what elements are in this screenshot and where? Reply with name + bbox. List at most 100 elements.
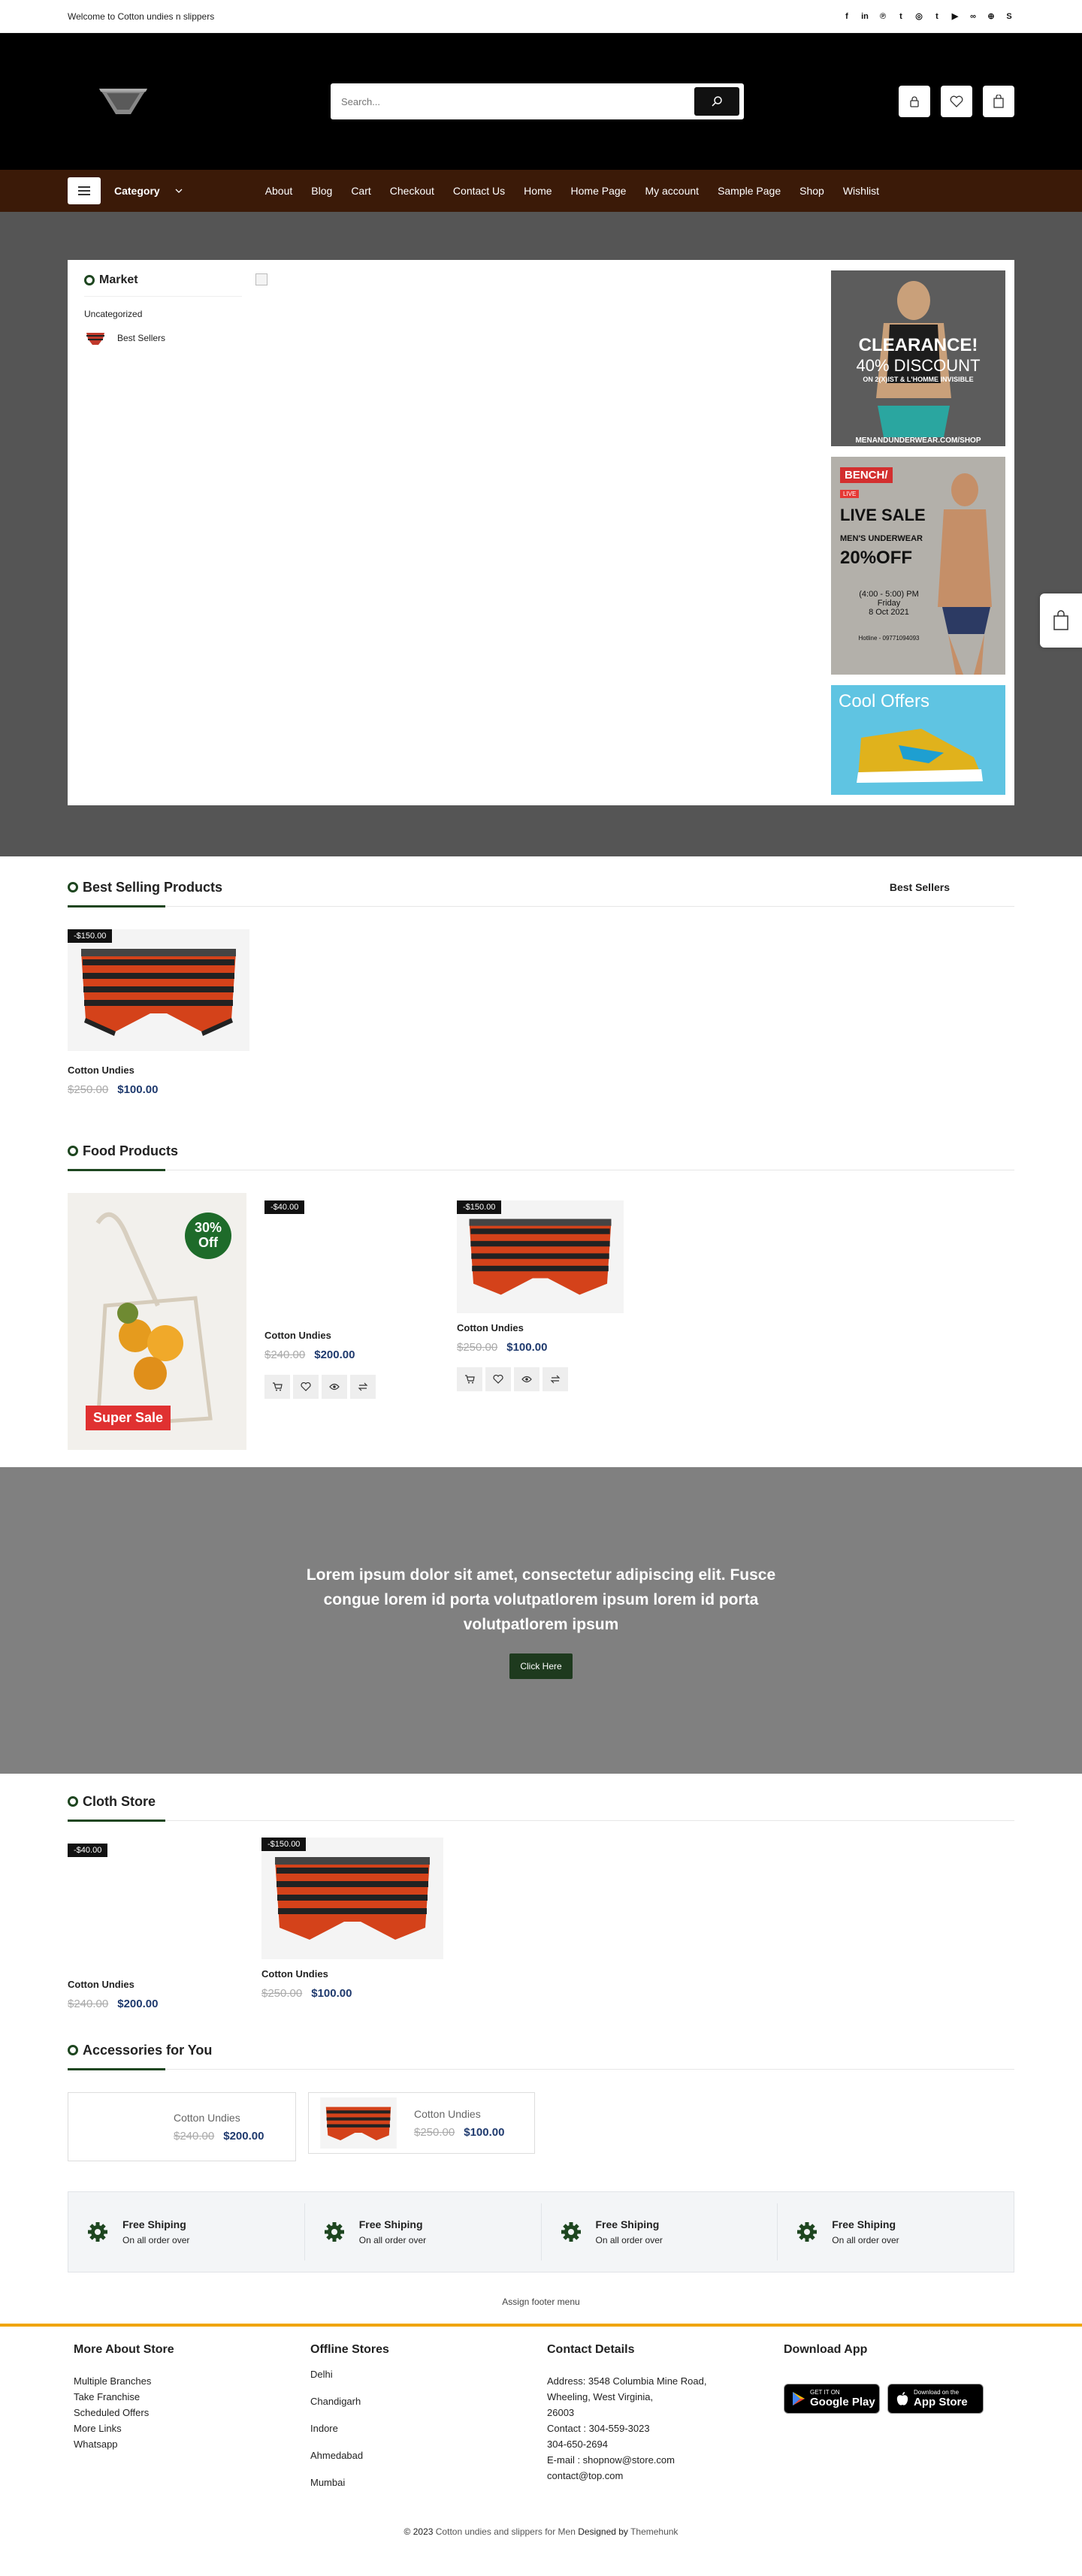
product-name[interactable]: Cotton Undies [174,2112,264,2124]
accessory-card[interactable]: Cotton Undies $240.00 $200.00 [68,2092,296,2161]
product-thumb[interactable] [74,2099,162,2155]
old-price: $240.00 [174,2129,215,2143]
promo-card[interactable]: 30% Off Super Sale [68,1193,246,1450]
tab-best-sellers[interactable]: Best Sellers [890,881,950,893]
nav-link-about[interactable]: About [265,185,293,197]
ad-live-badge: LIVE [840,490,860,498]
contact-line: Address: 3548 Columbia Mine Road, [547,2375,707,2387]
click-here-button[interactable]: Click Here [509,1653,573,1679]
footer-menu-placeholder[interactable]: Assign footer menu [0,2272,1082,2324]
nav-link-home[interactable]: Home [524,185,552,197]
nav-link-home-page[interactable]: Home Page [571,185,627,197]
nav-link-my-account[interactable]: My account [645,185,699,197]
nav-link-checkout[interactable]: Checkout [390,185,434,197]
product-image[interactable]: -$150.00 [68,929,249,1051]
flickr-icon[interactable]: ∞ [968,11,978,22]
product-name[interactable]: Cotton Undies [68,1065,249,1076]
product-image[interactable]: -$150.00 [261,1838,443,1959]
compare-button[interactable] [350,1375,376,1399]
youtube-icon[interactable]: ▶ [950,11,960,22]
product-name[interactable]: Cotton Undies [261,1968,443,1980]
product-card[interactable]: -$150.00 Cotton Undies $250.00 $100.00 [457,1200,631,1391]
product-card[interactable]: -$150.00 Cotton Undies $250.00 $100.00 [261,1838,443,2000]
product-card[interactable]: -$40.00 Cotton Undies $240.00 $200.00 [264,1200,439,1399]
search-input[interactable] [341,95,694,107]
google-play-button[interactable]: GET IT ON Google Play [784,2384,880,2414]
wishlist-button[interactable] [485,1367,511,1391]
instagram-icon[interactable]: ◎ [914,11,924,22]
ad-live-sale-sub: MEN'S UNDERWEAR [840,534,923,543]
cart-button[interactable] [983,86,1014,117]
footer-link[interactable]: Scheduled Offers [74,2405,304,2420]
facebook-icon[interactable]: f [842,11,852,22]
product-thumb[interactable] [315,2097,402,2149]
nav-link-blog[interactable]: Blog [311,185,332,197]
footer-link[interactable]: Indore [310,2415,541,2442]
accessory-card[interactable]: Cotton Undies $250.00 $100.00 [308,2092,535,2154]
twitter-icon[interactable]: t [896,11,906,22]
ad-clearance-url: MENANDUNDERWEAR.COM/SHOP [855,436,981,445]
footer-col-contact: Contact Details Address: 3548 Columbia M… [541,2343,778,2496]
nav-link-wishlist[interactable]: Wishlist [843,185,879,197]
product-image[interactable]: -$150.00 [457,1200,624,1313]
contact-line[interactable]: contact@top.com [547,2468,778,2484]
ad-clearance-brands: ON 2(X)IST & L'HOMME INVISIBLE [863,376,974,383]
ad-cool-offers[interactable]: Cool Offers [831,685,1005,795]
footer-link[interactable]: Chandigarh [310,2388,541,2415]
sale-price: $200.00 [314,1348,355,1361]
footer-link[interactable]: Take Franchise [74,2389,304,2405]
tumblr-icon[interactable]: t [932,11,942,22]
ad-live-sale[interactable]: BENCH/ LIVE LIVE SALE MEN'S UNDERWEAR 20… [831,457,1005,675]
product-name[interactable]: Cotton Undies [457,1322,631,1333]
category-label: Category [114,185,160,197]
footer-link[interactable]: Mumbai [310,2469,541,2496]
footer-link[interactable]: More Links [74,2420,304,2436]
google-play-label: Google Play [810,2396,875,2408]
dribbble-icon[interactable]: ⊕ [986,11,996,22]
product-name[interactable]: Cotton Undies [414,2108,504,2120]
footer-link[interactable]: Whatsapp [74,2436,304,2452]
section-title: Food Products [83,1143,178,1158]
linkedin-icon[interactable]: in [860,11,870,22]
footer-link[interactable]: Multiple Branches [74,2373,304,2389]
quick-view-button[interactable] [514,1367,539,1391]
floating-cart-button[interactable] [1040,593,1082,648]
category-best-sellers[interactable]: Best Sellers [84,330,242,346]
wishlist-button[interactable] [293,1375,319,1399]
quick-view-button[interactable] [322,1375,347,1399]
nav-link-cart[interactable]: Cart [351,185,370,197]
add-to-cart-button[interactable] [264,1375,290,1399]
nav-link-contact-us[interactable]: Contact Us [453,185,505,197]
ad-clearance[interactable]: CLEARANCE! 40% DISCOUNT ON 2(X)IST & L'H… [831,270,1005,446]
footer-link[interactable]: Delhi [310,2361,541,2388]
menu-toggle-button[interactable] [68,177,101,204]
cart-icon [465,1375,475,1384]
feature-title: Free Shiping [595,2218,660,2230]
category-uncategorized[interactable]: Uncategorized [84,309,242,319]
broken-image-icon [255,273,267,285]
underwear-thumb-icon [86,333,104,345]
account-button[interactable] [899,86,930,117]
market-title: Market [84,273,242,297]
add-to-cart-button[interactable] [457,1367,482,1391]
category-dropdown[interactable]: Category [114,185,183,197]
skype-icon[interactable]: S [1004,11,1014,22]
pinterest-icon[interactable]: ℗ [878,11,888,22]
wishlist-button[interactable] [941,86,972,117]
nav-link-sample-page[interactable]: Sample Page [718,185,781,197]
product-image[interactable]: -$40.00 [264,1200,439,1322]
product-image[interactable]: -$40.00 [68,1844,249,1965]
copyright-site[interactable]: Cotton undies and slippers for Men [436,2526,576,2537]
search-button[interactable] [694,87,739,116]
product-card[interactable]: -$40.00 Cotton Undies $240.00 $200.00 [68,1844,249,2010]
app-store-button[interactable]: Download on the App Store [887,2384,984,2414]
site-logo[interactable] [96,84,150,119]
footer-link[interactable]: Ahmedabad [310,2442,541,2469]
product-name[interactable]: Cotton Undies [68,1979,249,1990]
product-card[interactable]: -$150.00 Cotton Undies $250.00 $100.00 [68,929,249,1096]
compare-button[interactable] [543,1367,568,1391]
contact-line[interactable]: E-mail : shopnow@store.com [547,2452,778,2468]
copyright-author[interactable]: Themehunk [630,2526,678,2537]
product-name[interactable]: Cotton Undies [264,1330,439,1341]
nav-link-shop[interactable]: Shop [799,185,824,197]
